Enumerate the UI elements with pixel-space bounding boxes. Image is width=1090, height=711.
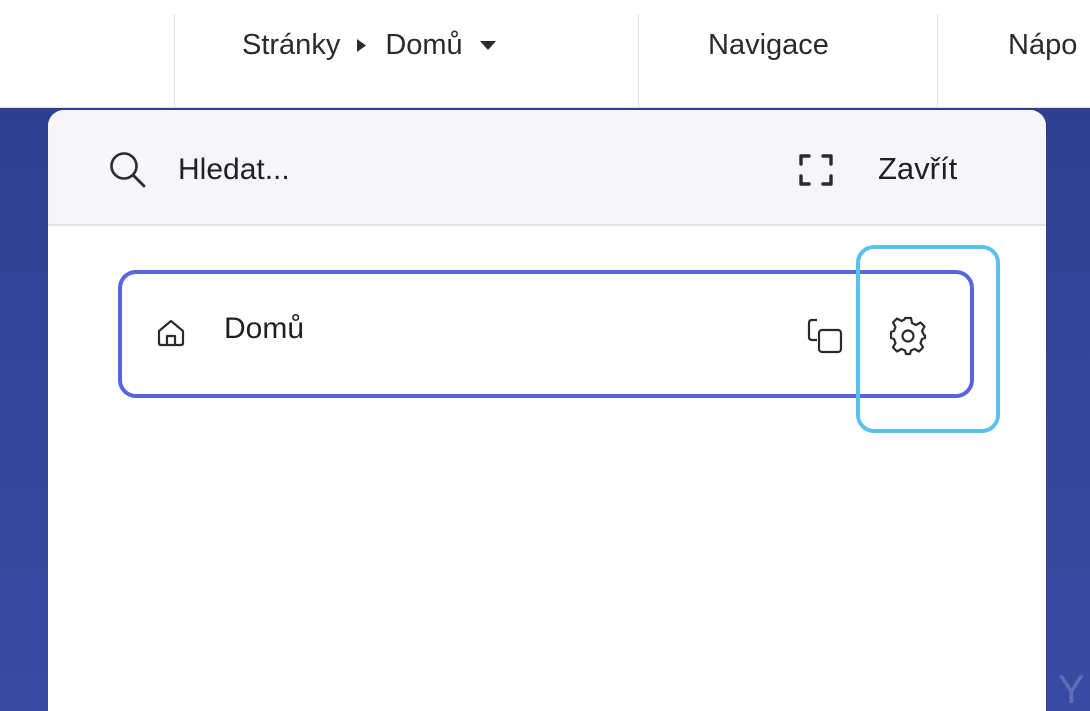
pages-breadcrumb-dropdown[interactable]: Stránky Domů xyxy=(242,20,497,70)
gear-icon[interactable] xyxy=(888,316,928,356)
pages-panel: Zavřít Domů xyxy=(48,110,1046,711)
caret-right-icon xyxy=(356,38,367,53)
backdrop-partial-text: Y xyxy=(1058,668,1085,711)
help-button[interactable]: Nápo xyxy=(1008,20,1090,70)
breadcrumb-root: Stránky xyxy=(242,28,341,61)
close-button[interactable]: Zavřít xyxy=(878,146,957,192)
toolbar-divider xyxy=(174,14,175,108)
panel-header: Zavřít xyxy=(48,110,1046,226)
toolbar-divider xyxy=(937,14,938,108)
search-icon xyxy=(108,150,148,190)
search-input[interactable] xyxy=(178,148,738,192)
caret-down-icon xyxy=(479,40,497,51)
page-row-label: Domů xyxy=(224,312,305,345)
page-row-home[interactable]: Domů xyxy=(118,270,974,398)
navigation-button[interactable]: Navigace xyxy=(708,20,829,70)
editor-screen: Y Stránky Domů Navigace Nápo Hledat... Z… xyxy=(0,0,1090,711)
toolbar-divider xyxy=(638,14,639,108)
breadcrumb-current: Domů xyxy=(385,28,463,61)
home-icon xyxy=(156,318,186,348)
top-toolbar: Stránky Domů Navigace Nápo xyxy=(0,0,1090,108)
duplicate-icon[interactable] xyxy=(806,316,844,356)
help-label: Nápo xyxy=(1008,28,1078,61)
expand-icon[interactable] xyxy=(798,152,834,188)
